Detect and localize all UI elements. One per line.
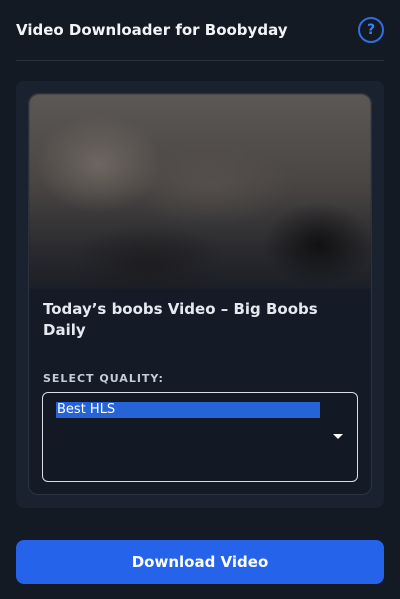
- video-thumbnail: [29, 94, 371, 289]
- app-header: Video Downloader for Boobyday ?: [16, 0, 384, 61]
- help-icon: ?: [366, 21, 376, 38]
- quality-option-selected[interactable]: Best HLS: [56, 402, 320, 418]
- help-button[interactable]: ?: [358, 16, 384, 43]
- download-video-button[interactable]: Download Video: [16, 540, 384, 584]
- chevron-down-icon[interactable]: [333, 434, 343, 439]
- quality-select[interactable]: Best HLS: [42, 392, 358, 482]
- app-title: Video Downloader for Boobyday: [16, 21, 288, 39]
- video-title: Today’s boobs Video – Big Boobs Daily: [43, 300, 318, 339]
- main-panel: Today’s boobs Video – Big Boobs Daily SE…: [16, 81, 384, 508]
- select-quality-label: SELECT QUALITY:: [43, 372, 164, 385]
- video-card: Today’s boobs Video – Big Boobs Daily SE…: [28, 93, 372, 495]
